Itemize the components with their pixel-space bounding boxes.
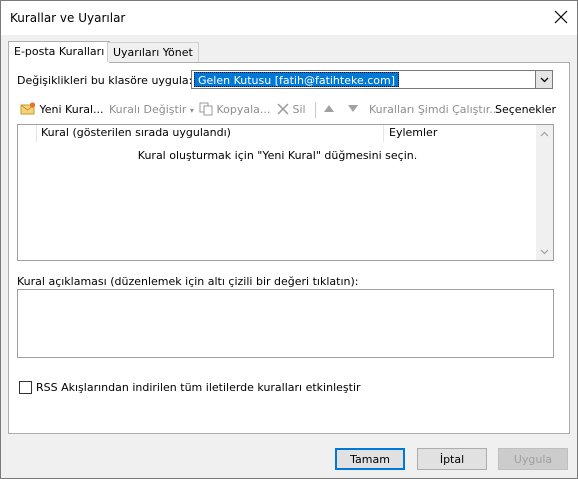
- tab-email-rules-label: E-posta Kuralları: [14, 45, 105, 58]
- delete-rule-label: Sil: [292, 103, 306, 116]
- move-down-button[interactable]: [348, 102, 358, 118]
- run-rules-now-label: Kuralları Şimdi Çalıştır...: [369, 103, 500, 116]
- close-icon: [554, 10, 568, 24]
- tab-email-rules[interactable]: E-posta Kuralları: [8, 41, 111, 63]
- empty-rules-message: Kural oluşturmak için "Yeni Kural" düğme…: [137, 149, 418, 162]
- run-rules-now-button[interactable]: Kuralları Şimdi Çalıştır...: [369, 102, 500, 118]
- rss-rules-checkbox[interactable]: [19, 381, 32, 394]
- change-rule-button[interactable]: Kuralı Değiştir ▾: [109, 102, 194, 118]
- copy-rule-label: Kopyala...: [216, 103, 271, 116]
- change-rule-label: Kuralı Değiştir: [109, 103, 187, 116]
- options-button[interactable]: Seçenekler: [495, 102, 556, 118]
- copy-icon: [199, 102, 213, 116]
- toolbar-separator: [315, 102, 316, 118]
- move-up-button[interactable]: [324, 102, 334, 118]
- new-rule-icon: [20, 102, 36, 115]
- rules-and-alerts-dialog: Kurallar ve Uyarılar E-posta Kuralları U…: [0, 0, 578, 479]
- column-header-actions-label: Eylemler: [389, 126, 438, 139]
- delete-x-icon: [277, 103, 289, 115]
- arrow-down-icon: [348, 105, 358, 112]
- new-rule-button[interactable]: Yeni Kural...: [20, 102, 104, 118]
- vertical-scrollbar[interactable]: [536, 125, 553, 260]
- close-button[interactable]: [545, 2, 577, 32]
- rss-rules-label[interactable]: RSS Akışlarından indirilen tüm iletilerd…: [36, 381, 361, 394]
- apply-button-label: Uygula: [513, 452, 553, 466]
- folder-dropdown-button[interactable]: [535, 71, 552, 88]
- folder-label: Değişiklikleri bu klasöre uygula:: [17, 74, 193, 87]
- apply-button[interactable]: Uygula: [498, 448, 568, 470]
- rules-list[interactable]: Kural (gösterilen sırada uygulandı) Eyle…: [17, 124, 554, 261]
- tab-manage-alerts-label: Uyarıları Yönet: [113, 46, 193, 59]
- copy-rule-button[interactable]: Kopyala...: [199, 102, 270, 118]
- ok-button-label: Tamam: [350, 452, 390, 466]
- options-label: Seçenekler: [495, 103, 557, 116]
- delete-rule-button[interactable]: Sil: [277, 102, 306, 118]
- column-header-rule[interactable]: Kural (gösterilen sırada uygulandı): [37, 125, 384, 142]
- tab-manage-alerts[interactable]: Uyarıları Yönet: [107, 42, 199, 62]
- chevron-down-icon: [540, 77, 548, 82]
- scroll-down-arrow[interactable]: [536, 243, 553, 260]
- folder-select-value: Gelen Kutusu [fatih@fatihteke.com]: [194, 72, 400, 87]
- scroll-up-arrow[interactable]: [536, 125, 553, 142]
- cancel-button[interactable]: İptal: [417, 448, 487, 470]
- new-rule-label: Yeni Kural...: [39, 103, 104, 116]
- caret-down-icon: ▾: [189, 106, 194, 115]
- scroll-down-icon: [540, 249, 549, 254]
- column-header-actions[interactable]: Eylemler: [385, 125, 537, 142]
- rule-description-label: Kural açıklaması (düzenlemek için altı ç…: [17, 275, 359, 288]
- column-header-rule-label: Kural (gösterilen sırada uygulandı): [41, 126, 231, 139]
- window-title: Kurallar ve Uyarılar: [10, 11, 126, 25]
- cancel-button-label: İptal: [439, 452, 465, 466]
- column-header-check: [18, 125, 37, 142]
- arrow-up-icon: [324, 105, 334, 112]
- scroll-up-icon: [540, 131, 549, 136]
- ok-button[interactable]: Tamam: [335, 448, 405, 470]
- folder-select[interactable]: Gelen Kutusu [fatih@fatihteke.com]: [191, 70, 553, 89]
- rule-description-box[interactable]: [17, 289, 554, 358]
- title-bar: Kurallar ve Uyarılar: [1, 1, 577, 35]
